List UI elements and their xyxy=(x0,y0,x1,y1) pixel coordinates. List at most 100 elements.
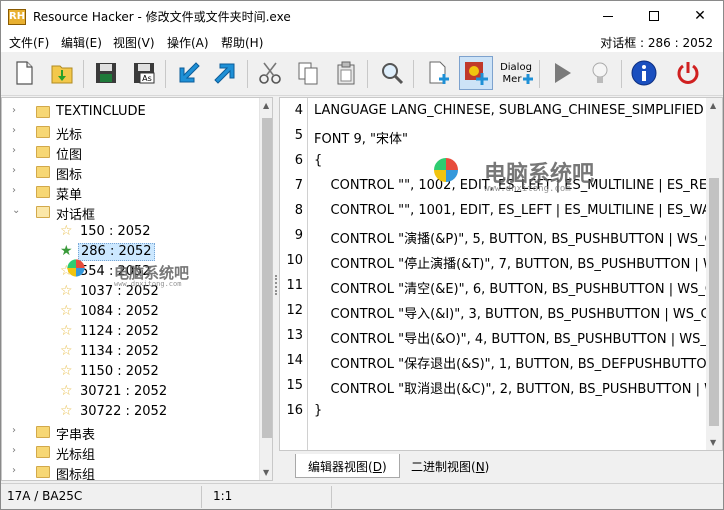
close-button[interactable]: ✕ xyxy=(677,1,723,32)
editor-scrollbar[interactable]: ▲ ▼ xyxy=(706,98,722,450)
svg-text:As: As xyxy=(142,74,152,83)
cut-button[interactable] xyxy=(253,56,287,90)
chevron-right-icon[interactable]: › xyxy=(12,145,22,156)
star-icon: ☆ xyxy=(60,383,73,399)
tree-item-bitmap[interactable]: › 位图 xyxy=(2,142,258,163)
resource-tree[interactable]: › TEXTINCLUDE › 光标 › 位图 › 图标 › 菜单 ⌄ 对话框 ☆ 150 :… xyxy=(1,97,273,481)
code-line[interactable]: CONTROL "", 1001, EDIT, ES_LEFT | ES_MUL… xyxy=(314,203,721,218)
app-window: RH Resource Hacker - 修改文件或文件夹时间.exe ✕ 文件… xyxy=(0,0,724,510)
menu-help[interactable]: 帮助(H) xyxy=(221,34,263,51)
code-line[interactable]: CONTROL "取消退出(&C)", 2, BUTTON, BS_PUSHBU… xyxy=(314,378,717,397)
watermark-url: www.dnxitong.com xyxy=(114,280,182,288)
tree-item-cursor-group[interactable]: › 光标组 xyxy=(2,442,258,463)
code-line[interactable]: } xyxy=(314,403,322,418)
code-line[interactable]: LANGUAGE LANG_CHINESE, SUBLANG_CHINESE_S… xyxy=(314,103,704,118)
tree-item-dialog[interactable]: ⌄ 对话框 xyxy=(2,202,258,223)
menu-view[interactable]: 视图(V) xyxy=(113,34,155,51)
open-icon xyxy=(51,65,73,84)
scroll-down-icon[interactable]: ▼ xyxy=(263,468,269,477)
line-number: 14 xyxy=(286,353,303,368)
tree-item-dialog-resource[interactable]: ☆ 1134 : 2052 xyxy=(2,342,258,362)
maximize-button[interactable] xyxy=(631,1,677,32)
run-script-button[interactable] xyxy=(545,56,579,90)
tree-item-icon[interactable]: › 图标 xyxy=(2,162,258,183)
line-number: 12 xyxy=(286,303,303,318)
arrow-down-left-icon xyxy=(179,62,200,83)
code-line[interactable]: CONTROL "停止演播(&T)", 7, BUTTON, BS_PUSHBU… xyxy=(314,253,716,272)
tree-item-label: 对话框 xyxy=(56,208,96,223)
tree-item-dialog-resource[interactable]: ☆ 30721 : 2052 xyxy=(2,382,258,402)
code-line[interactable]: CONTROL "清空(&E)", 6, BUTTON, BS_PUSHBUTT… xyxy=(314,278,714,297)
import-button[interactable] xyxy=(171,56,205,90)
exit-button[interactable] xyxy=(671,56,705,90)
watermark-url: www.dnxitong.com xyxy=(484,184,571,194)
dialog-merge-button[interactable]: Dialog Mer xyxy=(497,56,535,90)
chevron-right-icon[interactable]: › xyxy=(12,125,22,136)
scrollbar-thumb[interactable] xyxy=(262,118,272,438)
tree-item-dialog-resource[interactable]: ☆ 30722 : 2052 xyxy=(2,402,258,422)
save-button[interactable] xyxy=(89,56,123,90)
save-as-button[interactable]: As xyxy=(127,56,161,90)
script-editor[interactable]: 4 5 6 7 8 9 10 11 12 13 14 15 16 LANGUAG… xyxy=(279,97,723,451)
star-icon: ☆ xyxy=(60,403,73,419)
code-line[interactable]: CONTROL "导入(&I)", 3, BUTTON, BS_PUSHBUTT… xyxy=(314,303,720,322)
tree-item-textinclude[interactable]: › TEXTINCLUDE xyxy=(2,102,258,122)
export-button[interactable] xyxy=(209,56,243,90)
tree-item-dialog-resource[interactable]: ☆ 1150 : 2052 xyxy=(2,362,258,382)
chevron-right-icon[interactable]: › xyxy=(12,465,22,476)
add-image-button[interactable] xyxy=(459,56,493,90)
chevron-right-icon[interactable]: › xyxy=(12,105,22,116)
folder-icon xyxy=(36,126,50,138)
find-button[interactable] xyxy=(375,56,409,90)
tree-item-dialog-resource[interactable]: ☆ 1084 : 2052 xyxy=(2,302,258,322)
tree-item-dialog-resource[interactable]: ★ 286 : 2052 xyxy=(2,242,258,262)
new-button[interactable] xyxy=(7,56,41,90)
tree-item-dialog-resource[interactable]: ☆ 1124 : 2052 xyxy=(2,322,258,342)
chevron-right-icon[interactable]: › xyxy=(12,445,22,456)
tree-item-dialog-resource[interactable]: ☆ 150 : 2052 xyxy=(2,222,258,242)
tab-editor-view[interactable]: 编辑器视图(D) xyxy=(295,454,400,478)
tree-item-label: 286 : 2052 xyxy=(78,243,155,261)
chevron-right-icon[interactable]: › xyxy=(12,425,22,436)
tree-item-string-table[interactable]: › 字串表 xyxy=(2,422,258,443)
play-icon xyxy=(555,63,571,83)
chevron-right-icon[interactable]: › xyxy=(12,185,22,196)
menu-file[interactable]: 文件(F) xyxy=(9,34,49,51)
copy-button[interactable] xyxy=(291,56,325,90)
tree-item-label: 1134 : 2052 xyxy=(80,344,159,359)
scroll-up-icon[interactable]: ▲ xyxy=(710,101,716,110)
tab-binary-view[interactable]: 二进制视图(N) xyxy=(399,454,501,478)
star-icon: ☆ xyxy=(60,363,73,379)
tree-item-label: 位图 xyxy=(56,148,83,163)
scroll-down-icon[interactable]: ▼ xyxy=(710,438,716,447)
line-number: 8 xyxy=(294,203,303,218)
menu-action[interactable]: 操作(A) xyxy=(167,34,209,51)
open-button[interactable] xyxy=(45,56,79,90)
scroll-up-icon[interactable]: ▲ xyxy=(263,101,269,110)
code-line[interactable]: { xyxy=(314,153,322,168)
tree-scrollbar[interactable]: ▲ ▼ xyxy=(259,98,272,480)
tree-item-icon-group[interactable]: › 图标组 xyxy=(2,462,258,480)
toolbar-separator xyxy=(247,60,248,88)
paste-button[interactable] xyxy=(329,56,363,90)
splitter-grip[interactable] xyxy=(275,275,277,295)
code-line[interactable]: FONT 9, "宋体" xyxy=(314,128,408,147)
menu-edit[interactable]: 编辑(E) xyxy=(61,34,102,51)
code-line[interactable]: CONTROL "导出(&O)", 4, BUTTON, BS_PUSHBUTT… xyxy=(314,328,716,347)
add-resource-button[interactable] xyxy=(421,56,455,90)
tree-item-cursor[interactable]: › 光标 xyxy=(2,122,258,143)
chevron-right-icon[interactable]: › xyxy=(12,165,22,176)
about-button[interactable] xyxy=(627,56,661,90)
chevron-down-icon[interactable]: ⌄ xyxy=(12,205,22,216)
tree-item-label: 1124 : 2052 xyxy=(80,324,159,339)
code-line[interactable]: CONTROL "演播(&P)", 5, BUTTON, BS_PUSHBUTT… xyxy=(314,228,714,247)
tab-label: 编辑器视图( xyxy=(308,460,373,474)
tree-item-menu[interactable]: › 菜单 xyxy=(2,182,258,203)
window-title: Resource Hacker - 修改文件或文件夹时间.exe xyxy=(33,10,291,24)
minimize-button[interactable] xyxy=(585,1,631,32)
code-line[interactable]: CONTROL "保存退出(&S)", 1, BUTTON, BS_DEFPUS… xyxy=(314,353,717,372)
toolbar: As Dialog Mer xyxy=(1,52,723,96)
scrollbar-thumb[interactable] xyxy=(709,178,719,426)
star-icon: ★ xyxy=(60,243,73,259)
tips-button[interactable] xyxy=(583,56,617,90)
